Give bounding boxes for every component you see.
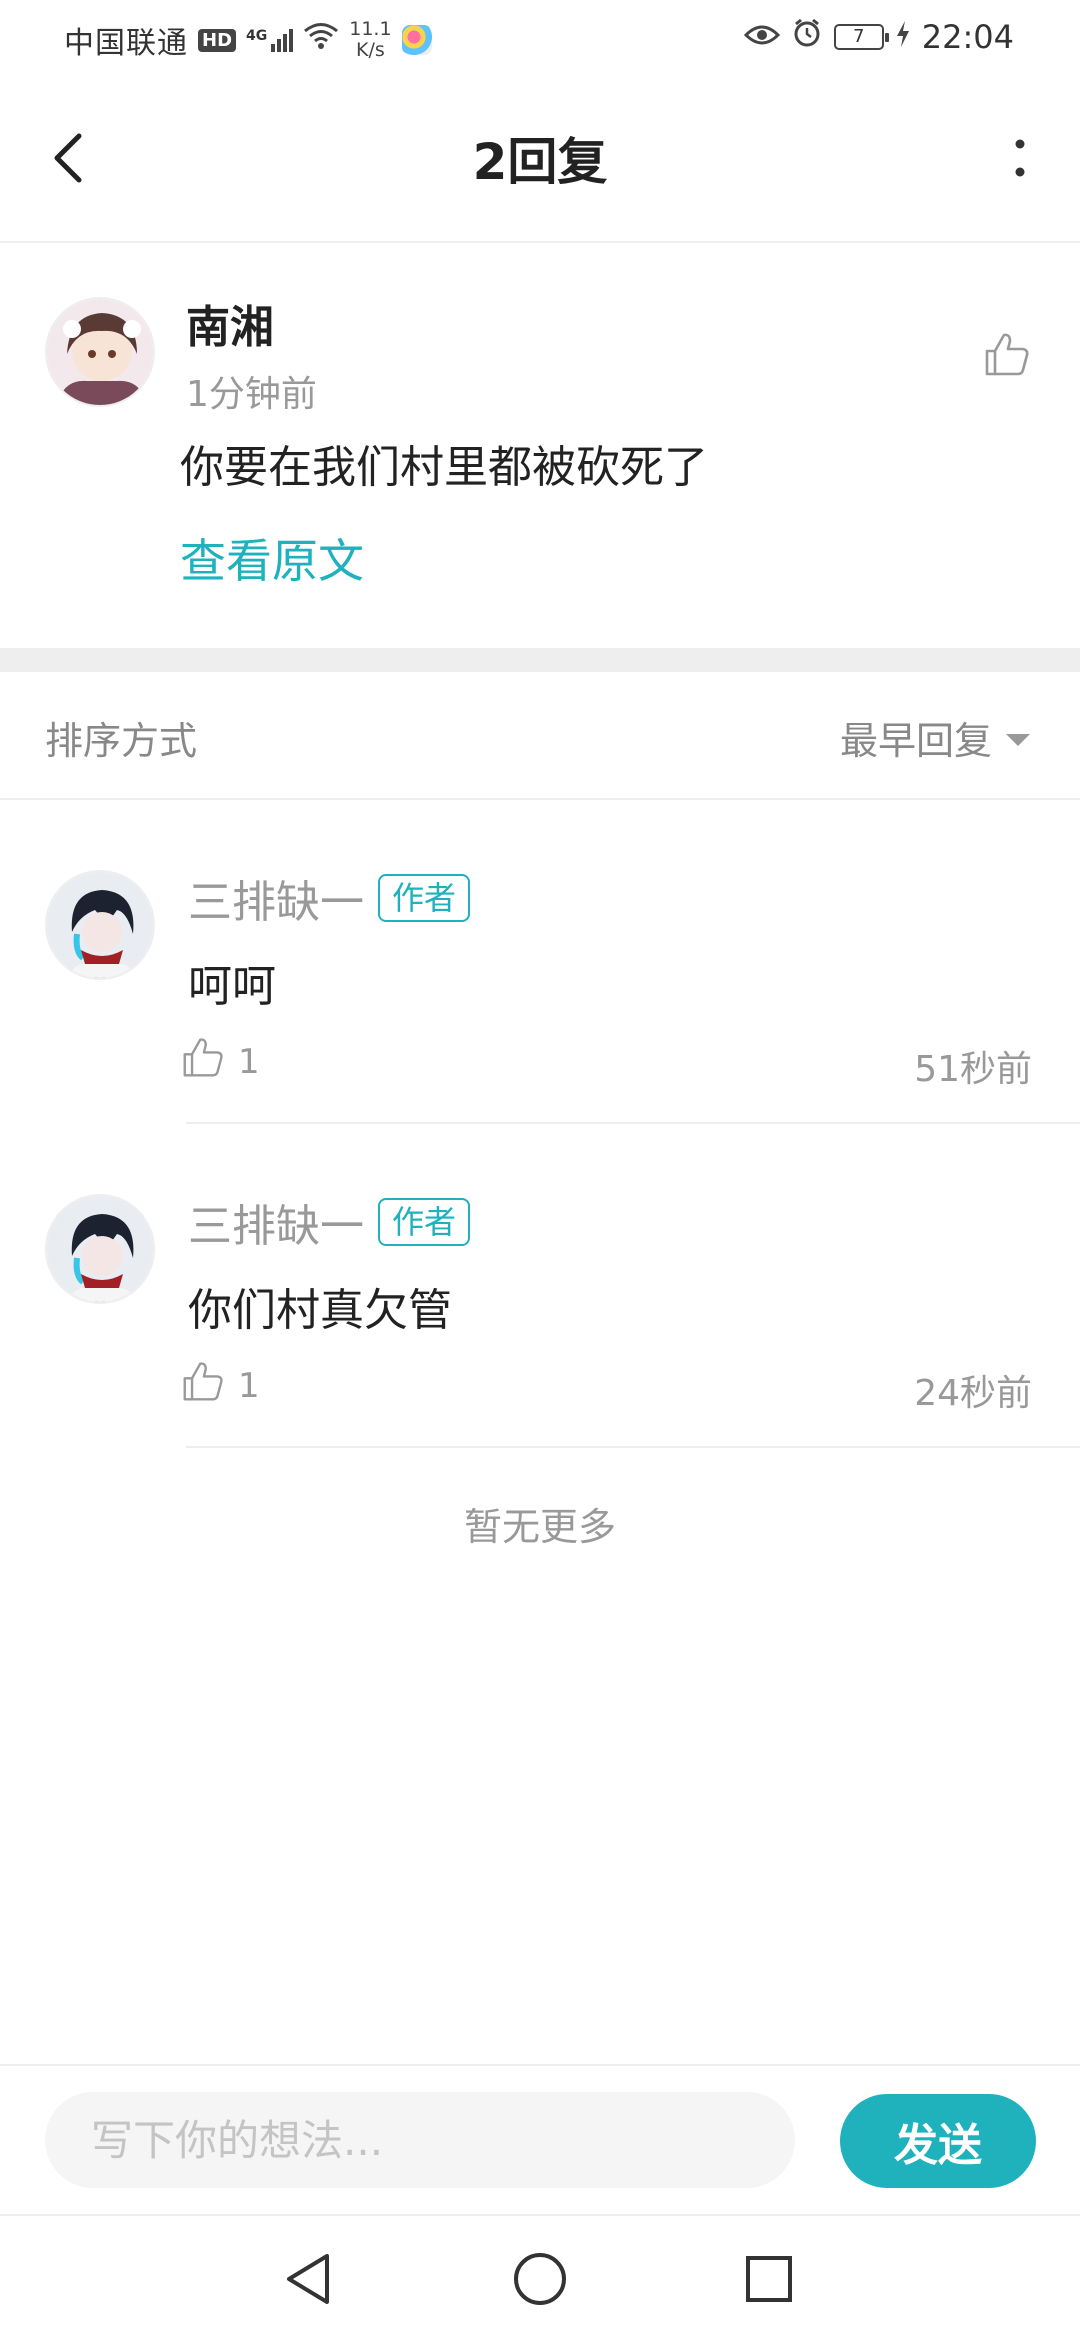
sort-dropdown[interactable]: 最早回复 [840, 710, 1030, 765]
battery-icon: 7 [833, 24, 889, 50]
nav-recents-icon [744, 2254, 794, 2308]
author-badge: 作者 [378, 874, 471, 922]
thumbs-up-icon [984, 333, 1030, 381]
author-name[interactable]: 三排缺一 [188, 866, 364, 930]
app-notification-icon [401, 25, 432, 55]
reply-item: 三排缺一 作者 你们村真欠管 1 24秒前 [0, 1124, 1080, 1448]
view-original-link[interactable]: 查看原文 [180, 525, 364, 591]
more-options-button[interactable] [990, 120, 1050, 200]
reply-divider [186, 1446, 1080, 1448]
alarm-icon [792, 18, 822, 56]
no-more-text: 暂无更多 [463, 1505, 616, 1549]
page-title: 2回复 [472, 133, 608, 191]
more-vertical-icon [1014, 138, 1026, 182]
sort-bar: 排序方式 最早回复 [0, 672, 1080, 800]
like-button[interactable]: 1 [182, 1036, 260, 1087]
clock: 22:04 [921, 18, 1014, 56]
sort-label: 排序方式 [45, 719, 198, 763]
nav-home-button[interactable] [505, 2246, 575, 2316]
reply-text: 呵呵 [188, 961, 276, 1012]
author-badge: 作者 [378, 1198, 471, 1246]
sort-selected-value: 最早回复 [839, 719, 992, 763]
charging-icon [896, 20, 910, 55]
comment-input[interactable] [45, 2092, 795, 2188]
hd-badge: HD [198, 28, 237, 52]
reply-author: 三排缺一 作者 [188, 1190, 471, 1254]
like-button[interactable] [984, 331, 1030, 381]
reply-text: 你们村真欠管 [188, 1285, 452, 1336]
avatar[interactable] [45, 1194, 155, 1304]
comment-text: 你要在我们村里都被砍死了 [180, 442, 708, 493]
nav-recents-button[interactable] [734, 2246, 804, 2316]
carrier-name: 中国联通 [64, 26, 188, 61]
nav-back-icon [283, 2252, 333, 2310]
reply-item: 三排缺一 作者 呵呵 1 51秒前 [0, 800, 1080, 1124]
section-divider [0, 648, 1080, 672]
eye-icon [743, 20, 780, 55]
reply-time: 51秒前 [914, 1049, 1032, 1090]
wifi-icon [303, 22, 339, 58]
author-name[interactable]: 三排缺一 [188, 1190, 364, 1254]
thumbs-up-icon [182, 1360, 224, 1411]
nav-home-icon [512, 2251, 568, 2311]
top-app-bar: 2回复 [0, 80, 1080, 243]
avatar[interactable] [45, 297, 155, 407]
reply-author: 三排缺一 作者 [188, 866, 471, 930]
comment-time: 1分钟前 [186, 374, 317, 415]
comment-input-bar: 发送 [0, 2064, 1080, 2214]
author-name[interactable]: 南湘 [186, 291, 274, 355]
original-comment: 南湘 1分钟前 你要在我们村里都被砍死了 查看原文 [0, 243, 1080, 648]
like-count: 1 [238, 1041, 260, 1082]
reply-time: 24秒前 [914, 1373, 1032, 1414]
thumbs-up-icon [182, 1036, 224, 1087]
dropdown-triangle-icon [1006, 733, 1030, 746]
cellular-signal-icon: 4G [246, 28, 294, 52]
send-button[interactable]: 发送 [840, 2094, 1036, 2188]
like-button[interactable]: 1 [182, 1360, 260, 1411]
like-count: 1 [238, 1365, 260, 1406]
avatar[interactable] [45, 870, 155, 980]
status-bar: 中国联通 HD 4G 11.1 K/s 7 22:04 [0, 0, 1080, 80]
system-navigation-bar [0, 2214, 1080, 2340]
network-speed: 11.1 K/s [349, 18, 392, 61]
nav-back-button[interactable] [273, 2246, 343, 2316]
